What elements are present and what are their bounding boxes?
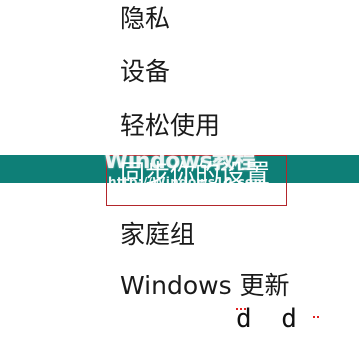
watermark-url: http://Windows10.com: [108, 175, 267, 189]
menu-item-label: Windows 更新: [120, 270, 290, 300]
red-marker-dot: [240, 308, 242, 310]
menu-item-label: 设备: [120, 56, 171, 86]
menu-item-label: 隐私: [120, 3, 171, 33]
red-marker-dot: [313, 316, 315, 318]
menu-item-devices[interactable]: 设备: [0, 43, 359, 99]
menu-item-label: 家庭组: [120, 219, 196, 249]
red-marker-dot: [236, 308, 238, 310]
menu-item-privacy[interactable]: 隐私: [0, 0, 359, 46]
menu-item-windows-update[interactable]: Windows 更新: [0, 257, 359, 313]
menu-item-label: 轻松使用: [120, 110, 221, 140]
menu-item-homegroup[interactable]: 家庭组: [0, 206, 359, 262]
red-marker-dot: [317, 316, 319, 318]
red-marker-dot: [244, 308, 246, 310]
watermark-title: Windows教程: [104, 149, 256, 174]
overflow-text-fragment: d d: [236, 304, 304, 334]
